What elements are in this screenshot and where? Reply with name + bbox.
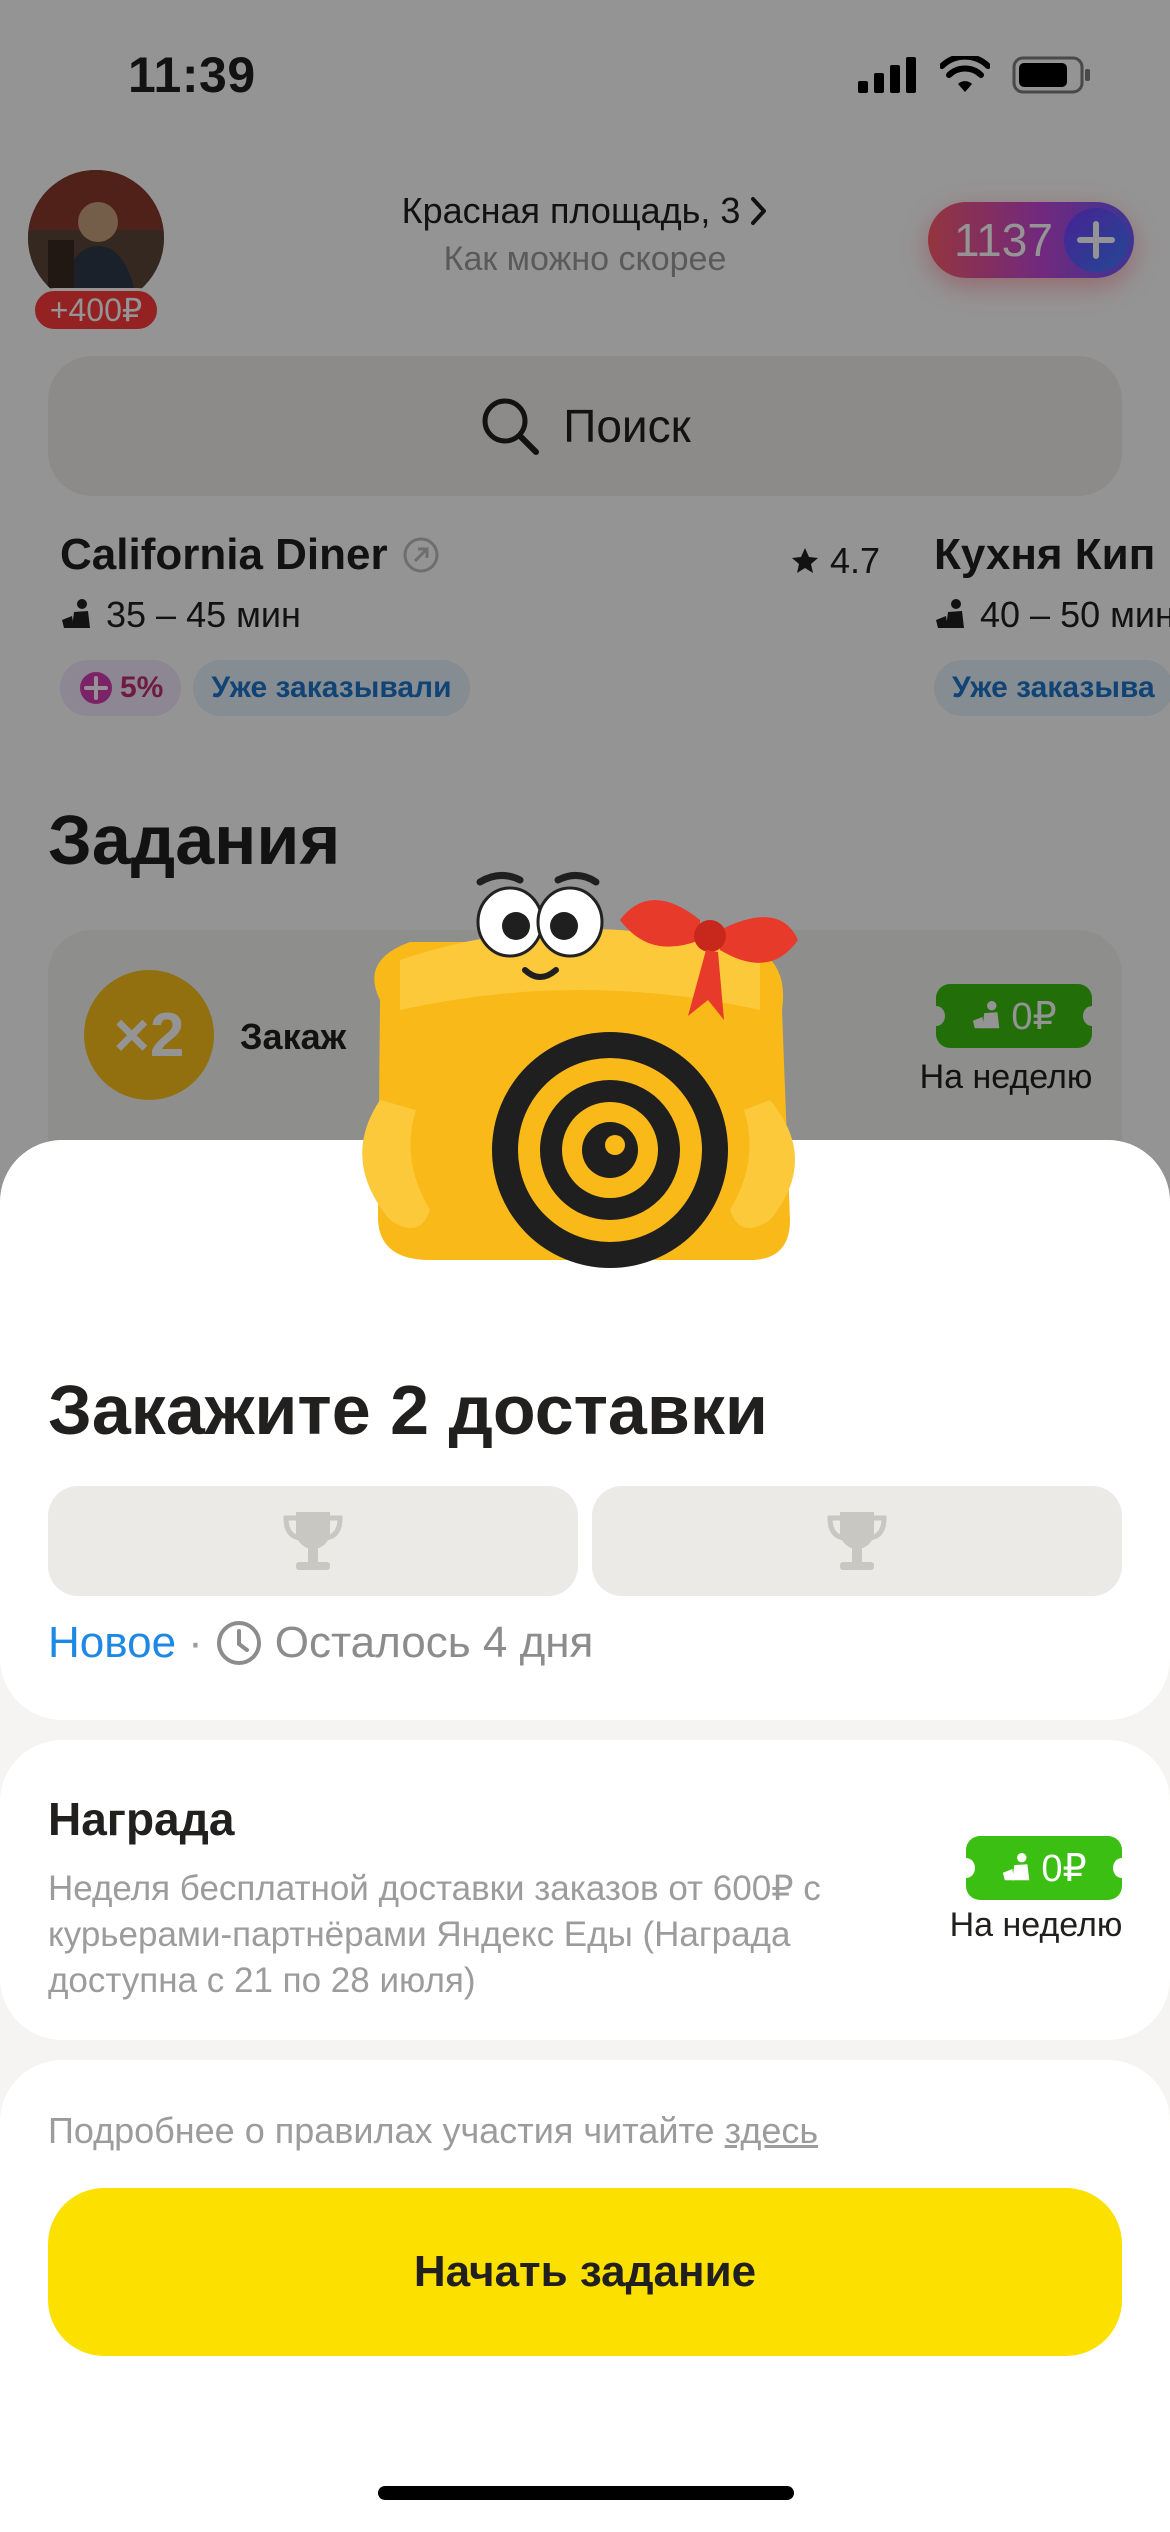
- task-title: Закажите 2 доставки: [48, 1371, 768, 1449]
- rules-info: Подробнее о правилах участия читайте зде…: [48, 2110, 818, 2152]
- badge-value: 0₽: [1041, 1847, 1087, 1890]
- trophy-icon: [827, 1512, 887, 1570]
- home-indicator[interactable]: [378, 2486, 794, 2500]
- badge-caption: На неделю: [949, 1906, 1123, 1944]
- reward-section: Награда Неделя бесплатной доставки заказ…: [0, 1740, 1170, 2040]
- time-left-label: Осталось 4 дня: [274, 1618, 594, 1667]
- start-task-button[interactable]: Начать задание: [48, 2188, 1122, 2356]
- trophy-icon: [283, 1512, 343, 1570]
- task-progress: [48, 1486, 1122, 1596]
- progress-step: [48, 1486, 578, 1596]
- separator-dot: ·: [188, 1618, 203, 1667]
- task-meta: Новое · Осталось 4 дня: [48, 1618, 593, 1668]
- clock-icon: [216, 1621, 261, 1665]
- reward-title: Награда: [48, 1793, 235, 1845]
- rules-text: Подробнее о правилах участия читайте: [48, 2110, 715, 2151]
- courier-icon: [1003, 1852, 1030, 1881]
- progress-step: [592, 1486, 1122, 1596]
- rules-link[interactable]: здесь: [725, 2110, 819, 2151]
- free-delivery-badge: 0₽: [957, 1836, 1131, 1900]
- reward-description: Неделя бесплатной доставки заказов от 60…: [48, 1869, 821, 2000]
- mascot-illustration: [320, 860, 840, 1280]
- status-new-label: Новое: [48, 1618, 177, 1667]
- task-bottom-sheet: Закажите 2 доставки Новое · Осталось 4 д…: [0, 1140, 1170, 2532]
- action-section: Подробнее о правилах участия читайте зде…: [0, 2060, 1170, 2532]
